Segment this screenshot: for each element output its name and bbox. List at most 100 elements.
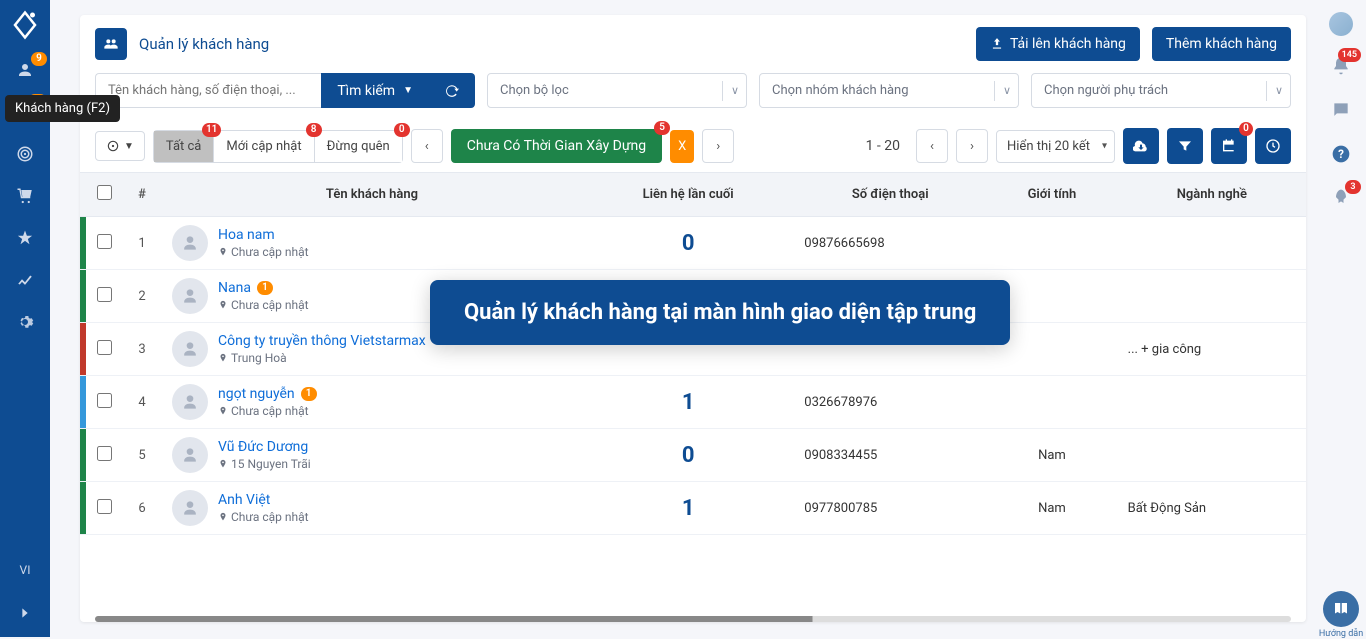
last-contact-value: 0 [582,217,794,270]
page-prev[interactable]: ‹ [916,129,948,163]
select-all-checkbox[interactable] [97,185,112,200]
row-index: 1 [122,217,162,270]
col-industry[interactable]: Ngành nghề [1118,173,1306,217]
nav-settings-icon[interactable] [13,310,37,334]
gender-value: Nam [986,482,1117,535]
last-contact-value: 1 [582,376,794,429]
upload-customers-button[interactable]: Tải lên khách hàng [976,27,1140,61]
caret-down-icon: ▼ [403,85,413,96]
refresh-button[interactable] [429,73,475,108]
page-title: Quản lý khách hàng [139,35,269,53]
customer-name-link[interactable]: Nana1 [218,280,309,296]
customer-location: Chưa cập nhật [218,298,309,312]
guide-button[interactable] [1323,591,1359,627]
notifications-icon[interactable]: 145 [1331,56,1351,80]
tab-forget[interactable]: Đừng quên0 [315,131,402,162]
col-last-contact[interactable]: Liên hệ lần cuối [582,173,794,217]
row-checkbox[interactable] [97,340,112,355]
caret-down-icon: ∨ [994,81,1011,101]
calendar-button[interactable]: 0 [1211,128,1247,164]
customer-name-link[interactable]: Vũ Đức Dương [218,439,311,455]
tooltip: Khách hàng (F2) [5,95,120,122]
row-index: 3 [122,323,162,376]
phone-value: 0908334455 [794,429,986,482]
table-row[interactable]: 5 Vũ Đức Dương 15 Nguyen Trãi 0 09083344… [80,429,1306,482]
customer-location: Chưa cập nhật [218,404,317,418]
rocket-icon[interactable]: 3 [1331,188,1351,212]
nav-users-icon[interactable]: 9 [13,58,37,82]
tab-all[interactable]: Tất cả11 [154,131,214,162]
row-index: 2 [122,270,162,323]
owner-select[interactable]: Chọn người phụ trách [1031,73,1291,108]
industry-value [1118,429,1306,482]
row-index: 5 [122,429,162,482]
add-customer-button[interactable]: Thêm khách hàng [1152,27,1291,61]
status-pill-next[interactable]: X [670,130,694,163]
caret-down-icon: ∨ [722,81,739,101]
filter-select[interactable]: Chọn bộ lọc [487,73,747,108]
row-checkbox[interactable] [97,234,112,249]
avatar-icon [172,278,208,314]
app-logo[interactable] [10,10,40,40]
row-checkbox[interactable] [97,499,112,514]
gender-value: Nam [986,429,1117,482]
customer-name-link[interactable]: Công ty truyền thông Vietstarmax [218,333,426,349]
row-checkbox[interactable] [97,287,112,302]
phone-value: 09876665698 [794,217,986,270]
nav-star-icon[interactable] [13,226,37,250]
industry-value: ... + gia công [1118,323,1306,376]
gender-value [986,376,1117,429]
target-tool-button[interactable]: ▼ [95,131,145,161]
guide-label: Hướng dẫn [1319,629,1363,639]
row-index: 6 [122,482,162,535]
col-gender[interactable]: Giới tính [986,173,1117,217]
filter-button[interactable] [1167,128,1203,164]
last-contact-value: 0 [582,429,794,482]
industry-value [1118,376,1306,429]
table-row[interactable]: 1 Hoa nam Chưa cập nhật 0 09876665698 [80,217,1306,270]
overlay-banner: Quản lý khách hàng tại màn hình giao diệ… [430,280,1010,345]
page-next[interactable]: › [956,129,988,163]
industry-value [1118,270,1306,323]
language-label[interactable]: VI [20,563,31,577]
status-pill[interactable]: Chưa Có Thời Gian Xây Dựng5 [451,129,662,163]
search-button[interactable]: Tìm kiếm ▼ [321,73,429,108]
tab-recent[interactable]: Mới cập nhật8 [214,131,314,162]
horizontal-scrollbar[interactable] [95,616,1291,622]
customer-name-link[interactable]: Hoa nam [218,227,309,243]
avatar-icon [172,331,208,367]
cloud-download-button[interactable] [1123,128,1159,164]
svg-text:?: ? [1338,147,1344,161]
phone-value: 0977800785 [794,482,986,535]
tabs-scroll-right[interactable]: › [702,129,734,163]
expand-sidebar-icon[interactable] [17,605,33,625]
user-avatar[interactable] [1329,12,1353,36]
pager-range: 1 - 20 [866,138,900,154]
table-row[interactable]: 6 Anh Việt Chưa cập nhật 1 0977800785 Na… [80,482,1306,535]
col-index: # [122,173,162,217]
table-row[interactable]: 4 ngọt nguyễn1 Chưa cập nhật 1 032667897… [80,376,1306,429]
search-input[interactable] [95,73,321,108]
nav-target-icon[interactable] [13,142,37,166]
tabs-scroll-left[interactable]: ‹ [411,129,443,163]
nav-chart-icon[interactable] [13,268,37,292]
customer-name-link[interactable]: Anh Việt [218,492,309,508]
col-name[interactable]: Tên khách hàng [162,173,582,217]
customer-location: Trung Hoà [218,351,426,365]
gender-value [986,217,1117,270]
nav-cart-icon[interactable] [13,184,37,208]
users-badge: 9 [31,52,47,66]
customer-location: Chưa cập nhật [218,245,309,259]
chat-icon[interactable] [1331,100,1351,124]
avatar-icon [172,225,208,261]
customer-location: Chưa cập nhật [218,510,309,524]
clock-button[interactable] [1255,128,1291,164]
row-checkbox[interactable] [97,446,112,461]
help-question-icon[interactable]: ? [1331,144,1351,168]
display-count-select[interactable]: Hiển thị 20 kết [996,130,1115,163]
row-checkbox[interactable] [97,393,112,408]
col-phone[interactable]: Số điện thoại [794,173,986,217]
customer-name-link[interactable]: ngọt nguyễn1 [218,386,317,402]
group-select[interactable]: Chọn nhóm khách hàng [759,73,1019,108]
avatar-icon [172,437,208,473]
